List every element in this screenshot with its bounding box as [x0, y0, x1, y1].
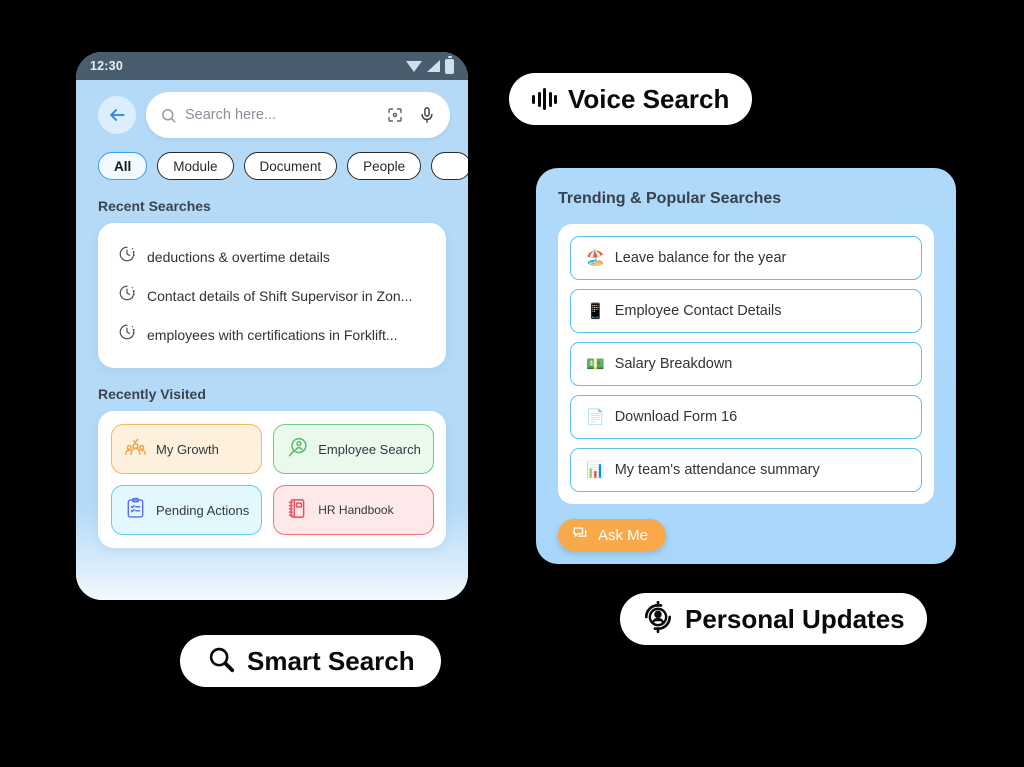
people-growth-icon [124, 436, 147, 462]
recently-visited-tile-pending-actions[interactable]: Pending Actions [111, 485, 263, 535]
recent-search-item[interactable]: deductions & overtime details [98, 237, 446, 276]
recent-searches-card: deductions & overtime details Contact de… [98, 223, 446, 368]
status-bar: 12:30 [76, 52, 468, 80]
trending-item[interactable]: 🏖️ Leave balance for the year [570, 236, 922, 280]
voice-waveform-icon [532, 87, 557, 111]
trending-item-label: Leave balance for the year [614, 250, 787, 266]
smart-search-label: Smart Search [180, 635, 441, 687]
trending-list-card: 🏖️ Leave balance for the year 📱 Employee… [558, 224, 934, 504]
trending-panel: Trending & Popular Searches 🏖️ Leave bal… [536, 168, 956, 564]
recently-visited-tile-employee-search[interactable]: Employee Search [273, 424, 434, 474]
trending-item-label: Employee Contact Details [614, 303, 782, 319]
trending-item[interactable]: 📊 My team's attendance summary [570, 448, 922, 492]
recent-search-label: employees with certifications in Forklif… [147, 326, 398, 343]
ask-me-label: Ask Me [598, 526, 649, 544]
person-refresh-icon [642, 600, 674, 638]
recently-visited-tile-label: Employee Search [318, 441, 421, 457]
microphone-icon[interactable] [418, 106, 436, 124]
recent-searches-title: Recent Searches [98, 198, 211, 214]
battery-icon [445, 55, 454, 74]
search-placeholder: Search here... [185, 107, 277, 123]
personal-updates-text: Personal Updates [685, 603, 905, 634]
back-button[interactable] [98, 96, 136, 134]
filter-chip-overflow[interactable] [431, 152, 468, 180]
personal-updates-label: Personal Updates [620, 593, 927, 645]
person-search-icon [286, 436, 309, 462]
document-page-icon: 📄 [586, 408, 605, 426]
history-clock-icon [118, 284, 136, 307]
recently-visited-title: Recently Visited [98, 386, 206, 402]
recently-visited-tile-label: Pending Actions [156, 502, 250, 518]
voice-search-label: Voice Search [509, 73, 753, 125]
magnifier-icon [206, 644, 236, 679]
beach-umbrella-icon: 🏖️ [586, 249, 605, 267]
status-bar-time: 12:30 [90, 59, 123, 73]
status-bar-icons [406, 55, 454, 74]
chat-bubbles-icon [572, 524, 590, 546]
screenshot-root: 12:30 Search here... All Module Document… [0, 0, 1024, 767]
recently-visited-tile-my-growth[interactable]: My Growth [111, 424, 263, 474]
trending-item-label: Download Form 16 [614, 409, 738, 425]
money-icon: 💵 [586, 355, 605, 373]
history-clock-icon [118, 323, 136, 346]
signal-icon [427, 60, 440, 72]
trending-item[interactable]: 📄 Download Form 16 [570, 395, 922, 439]
recent-search-item[interactable]: employees with certifications in Forklif… [98, 315, 446, 354]
phone-mockup: 12:30 Search here... All Module Document… [76, 52, 468, 600]
lens-scan-icon[interactable] [386, 106, 404, 124]
trending-panel-title: Trending & Popular Searches [558, 190, 782, 207]
search-icon [160, 107, 177, 124]
recently-visited-tile-label: HR Handbook [318, 503, 394, 517]
phone-screen: Search here... All Module Document Peopl… [76, 80, 468, 600]
trending-item-label: Salary Breakdown [614, 356, 733, 372]
wifi-icon [406, 60, 422, 72]
recent-search-label: deductions & overtime details [147, 248, 330, 265]
trending-item[interactable]: 💵 Salary Breakdown [570, 342, 922, 386]
search-input[interactable]: Search here... [146, 92, 450, 138]
mobile-phone-icon: 📱 [586, 302, 605, 320]
filter-chip-people[interactable]: People [347, 152, 422, 180]
trending-item-label: My team's attendance summary [614, 462, 820, 478]
recent-search-item[interactable]: Contact details of Shift Supervisor in Z… [98, 276, 446, 315]
recently-visited-card: My Growth Employee Search Pending Action… [98, 411, 446, 548]
filter-chip-all[interactable]: All [98, 152, 148, 180]
recent-search-label: Contact details of Shift Supervisor in Z… [147, 287, 413, 304]
smart-search-text: Smart Search [247, 645, 415, 676]
trending-item[interactable]: 📱 Employee Contact Details [570, 289, 922, 333]
search-row: Search here... [76, 92, 468, 138]
filter-chip-document[interactable]: Document [243, 152, 338, 180]
filter-chip-row[interactable]: All Module Document People [76, 138, 468, 180]
voice-search-text: Voice Search [568, 83, 730, 114]
ask-me-button[interactable]: Ask Me [558, 519, 667, 551]
notebook-icon [286, 497, 309, 523]
recently-visited-tile-hr-handbook[interactable]: HR Handbook [273, 485, 434, 535]
bar-chart-icon: 📊 [586, 461, 605, 479]
back-arrow-icon [110, 109, 125, 121]
clipboard-check-icon [124, 497, 147, 523]
recently-visited-tile-label: My Growth [156, 441, 219, 457]
filter-chip-module[interactable]: Module [157, 152, 234, 180]
history-clock-icon [118, 245, 136, 268]
